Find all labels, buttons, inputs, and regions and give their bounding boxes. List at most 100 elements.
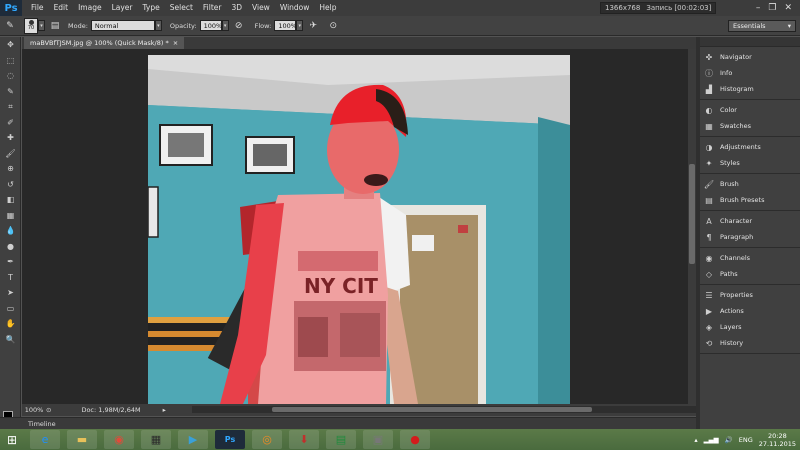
menu-bar: Ps File Edit Image Layer Type Select Filter 3D V…: [0, 0, 800, 16]
canvas-area[interactable]: NY CIT: [22, 49, 688, 404]
document-tab[interactable]: maBVBfTJSM.jpg @ 100% (Quick Mask/8) * ×: [24, 37, 185, 49]
excel-icon[interactable]: ▤: [326, 430, 356, 449]
vertical-scroll-thumb[interactable]: [689, 164, 695, 264]
quick-selection-tool-icon[interactable]: ✎: [0, 84, 21, 100]
flow-input[interactable]: 100%: [274, 20, 297, 31]
eraser-tool-icon[interactable]: ◧: [0, 192, 21, 208]
panel-tab-character[interactable]: A Character: [700, 213, 800, 229]
minimize-icon[interactable]: –: [756, 1, 761, 15]
status-info-icon[interactable]: ⊙: [46, 406, 51, 414]
path-selection-tool-icon[interactable]: ➤: [0, 285, 21, 301]
dodge-tool-icon[interactable]: ●: [0, 239, 21, 255]
move-tool-icon[interactable]: ✥: [0, 37, 21, 53]
menu-type[interactable]: Type: [138, 0, 165, 16]
brush-panel-toggle-icon[interactable]: ▤: [49, 20, 61, 32]
pressure-size-icon[interactable]: ⊙: [327, 20, 339, 32]
media-icon[interactable]: ▦: [141, 430, 171, 449]
restore-icon[interactable]: ❐: [768, 1, 776, 15]
panel-tab-swatches[interactable]: ▦ Swatches: [700, 118, 800, 134]
panel-tab-properties[interactable]: ☰ Properties: [700, 287, 800, 303]
brush-preset-picker[interactable]: 70: [24, 17, 38, 34]
document-photo[interactable]: NY CIT: [148, 55, 570, 404]
hand-tool-icon[interactable]: ✋: [0, 316, 21, 332]
close-icon[interactable]: ✕: [784, 1, 792, 15]
menu-edit[interactable]: Edit: [49, 0, 74, 16]
panel-tab-channels[interactable]: ◉ Channels: [700, 250, 800, 266]
panel-tab-brush-presets[interactable]: ▤ Brush Presets: [700, 192, 800, 208]
panel-tab-adjustments[interactable]: ◑ Adjustments: [700, 139, 800, 155]
clock[interactable]: 20:28 27.11.2015: [759, 432, 796, 448]
explorer-icon[interactable]: ▬: [67, 430, 97, 449]
pressure-opacity-icon[interactable]: ⊘: [233, 20, 245, 32]
marquee-tool-icon[interactable]: ⬚: [0, 53, 21, 69]
crop-tool-icon[interactable]: ⌗: [0, 99, 21, 115]
panel-tab-layers[interactable]: ◈ Layers: [700, 319, 800, 335]
adjustments-icon: ◑: [705, 142, 713, 152]
player-icon[interactable]: ▶: [178, 430, 208, 449]
menu-select[interactable]: Select: [165, 0, 198, 16]
healing-brush-tool-icon[interactable]: ✚: [0, 130, 21, 146]
panel-tab-paths[interactable]: ◇ Paths: [700, 266, 800, 282]
swatches-icon: ▦: [705, 121, 713, 131]
menu-image[interactable]: Image: [73, 0, 107, 16]
start-button-icon[interactable]: ⊞: [0, 429, 24, 450]
photoshop-icon[interactable]: Ps: [215, 430, 245, 449]
network-icon[interactable]: ▂▄▆: [704, 436, 719, 444]
recorder-icon[interactable]: ●: [400, 430, 430, 449]
panel-dock-header[interactable]: [700, 37, 800, 47]
menu-window[interactable]: Window: [275, 0, 315, 16]
panel-tab-navigator[interactable]: ✜ Navigator: [700, 49, 800, 65]
opacity-input[interactable]: 100%: [199, 20, 222, 31]
type-tool-icon[interactable]: T: [0, 270, 21, 286]
mode-select[interactable]: Normal: [90, 20, 155, 31]
horizontal-scroll-thumb[interactable]: [272, 407, 592, 412]
zoom-tool-icon[interactable]: 🔍: [0, 332, 21, 348]
history-brush-tool-icon[interactable]: ↺: [0, 177, 21, 193]
status-arrow-icon[interactable]: ▸: [163, 406, 166, 414]
flow-chevron-icon[interactable]: ▾: [296, 20, 304, 31]
brush-picker-chevron-icon[interactable]: ▾: [38, 20, 45, 31]
character-icon: A: [706, 216, 712, 226]
horizontal-scrollbar[interactable]: [192, 406, 712, 413]
menu-file[interactable]: File: [26, 0, 49, 16]
ie-icon[interactable]: e: [30, 430, 60, 449]
panel-tab-color[interactable]: ◐ Color: [700, 102, 800, 118]
menu-3d[interactable]: 3D: [226, 0, 247, 16]
aimp-icon[interactable]: ◎: [252, 430, 282, 449]
brush-tool-icon[interactable]: ✎: [4, 20, 16, 32]
rectangle-tool-icon[interactable]: ▭: [0, 301, 21, 317]
blur-tool-icon[interactable]: 💧: [0, 223, 21, 239]
vertical-scrollbar[interactable]: [688, 49, 696, 404]
lasso-tool-icon[interactable]: ◌: [0, 68, 21, 84]
opacity-chevron-icon[interactable]: ▾: [221, 20, 229, 31]
volume-icon[interactable]: 🔊: [725, 436, 733, 444]
clone-stamp-tool-icon[interactable]: ⊕: [0, 161, 21, 177]
tray-arrow-icon[interactable]: ▴: [694, 436, 697, 444]
language-indicator[interactable]: ENG: [739, 436, 753, 444]
timeline-panel-tab[interactable]: Timeline: [0, 417, 696, 429]
pen-tool-icon[interactable]: ✒: [0, 254, 21, 270]
panel-tab-actions[interactable]: ▶ Actions: [700, 303, 800, 319]
zoom-level[interactable]: 100%: [22, 406, 46, 414]
eyedropper-tool-icon[interactable]: ✐: [0, 115, 21, 131]
mode-chevron-icon[interactable]: ▾: [154, 20, 162, 31]
panel-tab-paragraph[interactable]: ¶ Paragraph: [700, 229, 800, 245]
panel-tab-histogram[interactable]: ▟ Histogram: [700, 81, 800, 97]
gallery-icon[interactable]: ▣: [363, 430, 393, 449]
menu-view[interactable]: View: [247, 0, 275, 16]
airbrush-icon[interactable]: ✈: [307, 20, 319, 32]
brush-tool-icon[interactable]: 🖌: [0, 146, 21, 162]
menu-layer[interactable]: Layer: [107, 0, 138, 16]
gradient-tool-icon[interactable]: ▦: [0, 208, 21, 224]
panel-tab-styles[interactable]: ✦ Styles: [700, 155, 800, 171]
menu-help[interactable]: Help: [314, 0, 341, 16]
downloader-icon[interactable]: ⬇: [289, 430, 319, 449]
panel-tab-info[interactable]: ⓘ Info: [700, 65, 800, 81]
window-controls: – ❐ ✕: [756, 1, 792, 15]
tab-close-icon[interactable]: ×: [173, 37, 178, 49]
panel-tab-history[interactable]: ⟲ History: [700, 335, 800, 351]
menu-filter[interactable]: Filter: [198, 0, 227, 16]
chrome-icon[interactable]: ◉: [104, 430, 134, 449]
panel-tab-brush[interactable]: 🖌 Brush: [700, 176, 800, 192]
workspace-switcher[interactable]: Essentials ▾: [728, 20, 796, 32]
